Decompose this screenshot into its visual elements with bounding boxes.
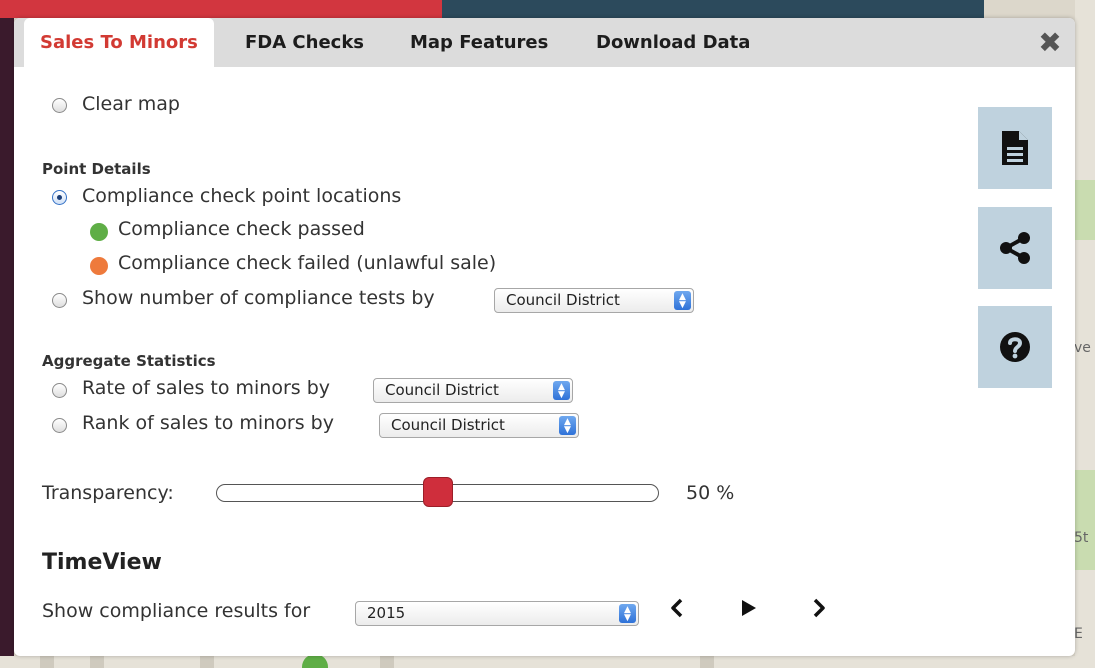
map-street-label: ve [1074,340,1091,356]
map-header-red-bar [0,0,442,18]
point-locations-radio[interactable] [52,190,67,205]
clear-map-label: Clear map [82,93,180,115]
rank-sales-radio[interactable] [52,418,67,433]
slider-handle[interactable] [422,477,453,507]
share-button[interactable] [978,207,1052,289]
select-value: Council District [391,416,505,434]
clear-map-radio[interactable] [52,98,67,113]
map-road-segment [200,656,214,668]
chevron-right-icon[interactable] [806,596,830,620]
document-button[interactable] [978,107,1052,189]
tab-map-features[interactable]: Map Features [394,18,564,67]
number-tests-district-select[interactable]: Council District ▲ ▼ [494,288,694,313]
tab-bar: Sales To Minors FDA Checks Map Features … [14,18,1075,67]
map-road-segment [40,656,54,668]
rate-sales-district-select[interactable]: Council District ▲ ▼ [373,378,573,403]
select-value: 2015 [367,604,406,622]
rank-sales-district-select[interactable]: Council District ▲ ▼ [379,413,579,438]
map-street-label: 5t [1074,530,1089,546]
layer-control-panel: Sales To Minors FDA Checks Map Features … [14,18,1075,656]
transparency-value: 50 % [686,482,735,504]
transparency-label: Transparency: [42,482,174,504]
map-street-label: E [1074,626,1083,642]
aggregate-statistics-heading: Aggregate Statistics [42,352,216,370]
timeview-label: Show compliance results for [42,600,311,622]
tab-download-data[interactable]: Download Data [580,18,766,67]
map-road-segment [700,656,714,668]
close-icon[interactable]: ✖ [1037,29,1063,57]
rate-sales-label: Rate of sales to minors by [82,377,331,399]
chevron-left-icon[interactable] [666,596,690,620]
number-tests-label: Show number of compliance tests by [82,287,435,309]
select-arrows-icon: ▲ ▼ [553,381,570,400]
number-tests-radio[interactable] [52,293,67,308]
select-arrows-icon: ▲ ▼ [559,416,576,435]
share-icon [1000,232,1030,264]
passed-legend-dot [90,223,108,241]
help-icon [1000,332,1030,362]
passed-legend-label: Compliance check passed [118,218,365,240]
map-park-area [1075,470,1095,570]
document-icon [1002,131,1028,165]
transparency-slider[interactable] [216,477,659,507]
map-road-segment [380,656,394,668]
select-arrows-icon: ▲ ▼ [674,291,691,310]
play-icon[interactable] [736,596,760,620]
map-road-segment [90,656,104,668]
select-arrows-icon: ▲ ▼ [619,604,636,623]
map-park-area [1075,180,1095,240]
year-select[interactable]: 2015 ▲ ▼ [355,601,639,626]
point-details-heading: Point Details [42,160,151,178]
map-header-navy-bar [442,0,984,18]
timeview-heading: TimeView [42,550,162,575]
help-button[interactable] [978,306,1052,388]
failed-legend-dot [90,257,108,275]
map-left-edge [0,18,14,668]
failed-legend-label: Compliance check failed (unlawful sale) [118,252,497,274]
tab-sales-to-minors[interactable]: Sales To Minors [24,18,214,67]
select-value: Council District [506,291,620,309]
select-value: Council District [385,381,499,399]
map-bottom-edge [0,656,1095,668]
rank-sales-label: Rank of sales to minors by [82,412,334,434]
rate-sales-radio[interactable] [52,383,67,398]
tab-fda-checks[interactable]: FDA Checks [229,18,380,67]
point-locations-label: Compliance check point locations [82,185,402,207]
